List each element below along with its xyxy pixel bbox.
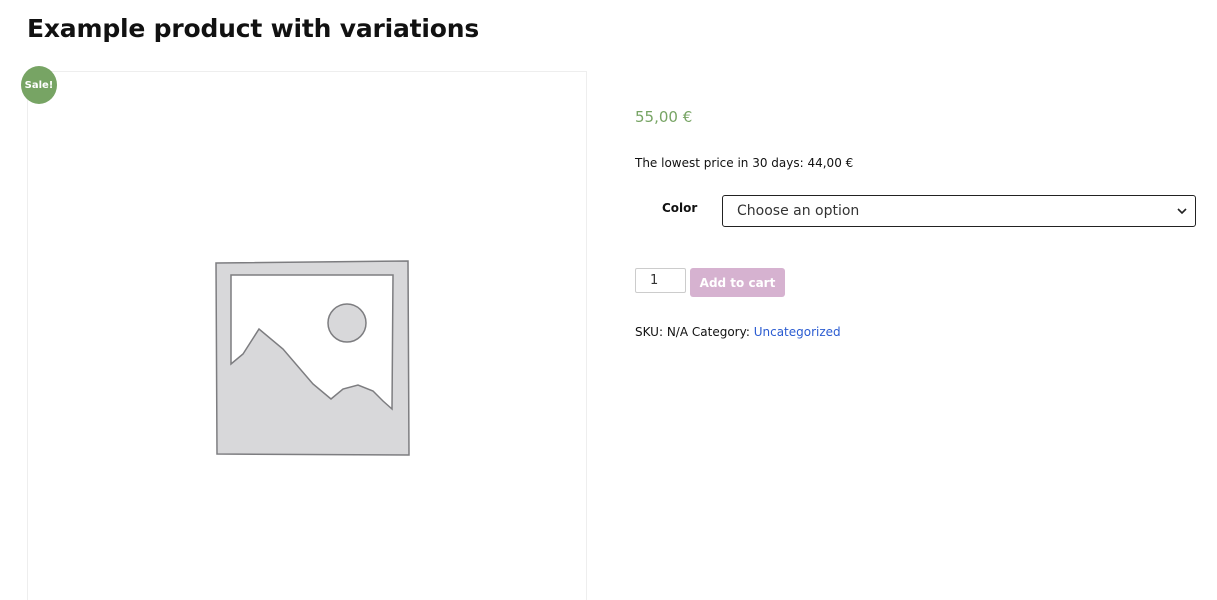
product-price: 55,00 € xyxy=(635,108,693,126)
variation-label: Color xyxy=(662,201,698,215)
quantity-input[interactable] xyxy=(635,268,686,293)
add-to-cart-button[interactable]: Add to cart xyxy=(690,268,785,297)
color-select-value: Choose an option xyxy=(737,203,860,219)
placeholder-image-icon xyxy=(215,260,410,456)
sku-label: SKU: xyxy=(635,325,663,339)
product-page: Example product with variations Sale! 55… xyxy=(0,0,1217,600)
lowest-price-note: The lowest price in 30 days: 44,00 € xyxy=(635,156,854,170)
category-link[interactable]: Uncategorized xyxy=(754,325,841,339)
product-gallery[interactable] xyxy=(27,71,587,600)
category-label: Category: xyxy=(691,325,750,339)
color-select[interactable]: Choose an option xyxy=(722,195,1196,227)
chevron-down-icon xyxy=(1177,208,1187,215)
product-title: Example product with variations xyxy=(27,14,480,43)
product-meta: SKU: N/A Category: Uncategorized xyxy=(635,325,841,339)
sku-value: N/A xyxy=(666,325,689,339)
sale-badge: Sale! xyxy=(21,66,57,104)
